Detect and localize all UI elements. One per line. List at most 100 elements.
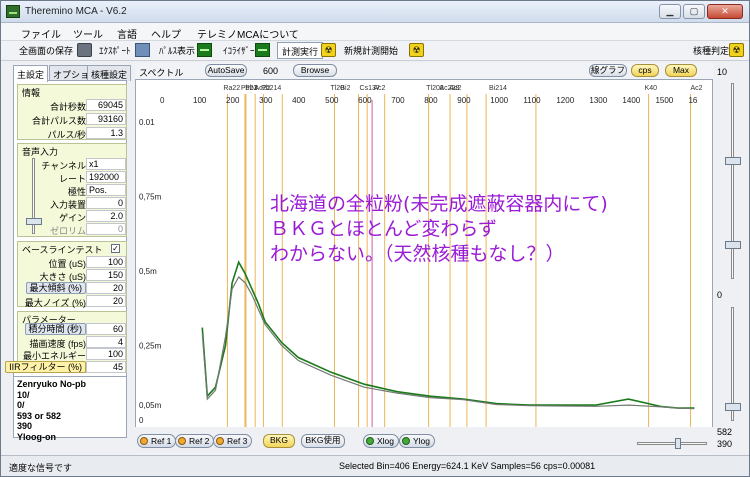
radiation-icon[interactable]: ☢ [321,43,336,57]
note-line: 390 [17,421,33,431]
new-measure-button[interactable]: 新規計測開始 [344,44,398,57]
autosave-button[interactable]: AutoSave [205,64,247,77]
spectrum-series-line [201,260,695,409]
ref2-button[interactable]: Ref 2 [175,434,215,448]
app-icon [6,5,20,18]
gain-field[interactable]: 2.0 [86,210,126,222]
pulse-wave-icon[interactable] [197,43,212,57]
integration-time-button[interactable]: 積分時間 (秒) [24,323,86,335]
export-icon[interactable] [135,43,150,57]
size-field[interactable]: 150 [86,269,126,281]
title-bar: Theremino MCA - V6.2 ▁ ▢ ✕ [1,1,749,23]
input-device-field[interactable]: 0 [86,197,126,209]
radiation-icon[interactable]: ☢ [409,43,424,57]
param-row: IIRフィルター (%) 45 [5,361,128,374]
menu-language[interactable]: 言語 [117,26,137,41]
minimize-button[interactable]: ▁ [659,4,681,19]
energy-tick-label: 700 [391,96,405,105]
total-seconds-value: 69045 [86,99,126,111]
spectrum-chart[interactable]: Ra22 Pb21Pb3Ac22Pb214 Tl20Bi2 Cs137Ac2 Tl208… [136,80,714,442]
radiation-icon[interactable]: ☢ [729,43,744,57]
ref3-button[interactable]: Ref 3 [213,434,253,448]
ylog-button[interactable]: Ylog [399,434,436,448]
spectrum-toolbar: スペクトル AutoSave 600 Browse 線グラフ cps Max [135,63,713,79]
position-field[interactable]: 100 [86,256,126,268]
baseline-header: ベースラインテスト [22,245,103,255]
energy-tick-label: 800 [424,96,438,105]
browse-button[interactable]: Browse [293,64,337,77]
max-noise-field[interactable]: 20 [86,295,126,307]
nuclide-identify-button[interactable]: 核種判定 [693,44,729,57]
zero-limit-field[interactable]: 0 [86,223,126,235]
min-energy-field[interactable]: 100 [86,348,126,360]
xlog-button[interactable]: Xlog [363,434,400,448]
maximize-button[interactable]: ▢ [683,4,705,19]
audio-row: 極性 Pos. [18,184,128,197]
spectrum-series-line [201,276,695,410]
energy-tick-label: 1200 [556,96,574,105]
max-slope-field[interactable]: 20 [86,282,126,294]
pulse-display-button[interactable]: ﾊﾟﾙｽ表示 [159,44,195,57]
line-graph-button[interactable]: 線グラフ [589,64,627,77]
bottom-value-1: 582 [717,427,733,437]
run-measure-button[interactable]: 計測実行 [277,42,324,59]
close-button[interactable]: ✕ [707,4,743,19]
rate-select[interactable]: 192000 [86,171,126,183]
xlog-label: Xlog [377,436,395,446]
audio-row: ゼロリム 0 [18,223,128,236]
tab-main-settings[interactable]: 主設定 [13,65,49,82]
note-line: Yloog-on [17,431,56,442]
y-tick-label: 0.01 [139,118,155,127]
ref3-label: Ref 3 [227,436,248,446]
isotope-label: Bi2 [340,85,350,92]
iir-filter-field[interactable]: 45 [86,361,126,373]
integration-time-field[interactable]: 60 [86,323,126,335]
top-value: 10 [717,67,728,77]
export-button[interactable]: ｴｸｽﾎﾟｰﾄ [99,44,131,57]
y-tick-label: 0,75m [139,193,162,202]
zoom-slider[interactable] [637,438,707,449]
param-row: 最小エネルギー 100 [18,348,128,361]
status-bar: 適度な信号です Selected Bin=406 Energy=624.1 Ke… [1,455,749,476]
iir-filter-button[interactable]: IIRフィルター (%) [5,361,86,373]
max-button[interactable]: Max [665,64,697,77]
camera-icon[interactable] [77,43,92,57]
baseline-checkbox[interactable]: ✓ [111,244,120,253]
autosave-interval[interactable]: 600 [263,66,278,76]
parameters-group: パラメーター 積分時間 (秒) 60 描画速度 (fps) 4 最小エネルギー 100… [5,311,128,374]
menu-about[interactable]: テレミノMCAについて [197,26,299,41]
vertical-offset-thumb[interactable] [725,241,741,249]
menu-help[interactable]: ヘルプ [151,26,181,41]
info-group: 情報 合計秒数 69045 合計パルス数 93160 パルス/秒 1.3 [17,84,127,140]
save-screen-button[interactable]: 全画面の保存 [19,44,73,57]
vertical-scale-thumb[interactable] [725,157,741,165]
equalizer-button[interactable]: ｲｺﾗｲｻﾞｰ [223,44,255,57]
ref1-button[interactable]: Ref 1 [137,434,177,448]
polarity-select[interactable]: Pos. [86,184,126,196]
y-tick-label: 0,25m [139,342,162,351]
max-slope-button[interactable]: 最大傾斜 (%) [25,282,86,294]
draw-speed-field[interactable]: 4 [86,336,126,348]
channel-select[interactable]: x1 [86,158,126,170]
bkg-use-button[interactable]: BKG使用 [301,434,345,448]
energy-tick-label: 100 [193,96,207,105]
spectrum-plot[interactable]: Ra22 Pb21 Pb3 Ac22 Pb214 Tl20 Bi2 Cs137 Ac2 Tl208… [135,79,713,441]
menu-file[interactable]: ファイル [21,26,61,41]
audio-row: レート 192000 [18,171,128,184]
isotope-label: K40 [645,85,658,92]
cps-button[interactable]: cps [631,64,659,77]
energy-tick-label: 16 [688,96,697,105]
tab-nuclide-settings[interactable]: 核種設定 [87,65,132,81]
baseline-test-group: ベースラインテスト ✓ 位置 (uS) 100 大きさ (uS) 150 最大傾斜 … [17,241,127,308]
isotope-label: Ra22 [223,85,240,92]
equalizer-wave-icon[interactable] [255,43,270,57]
bkg-button[interactable]: BKG [263,434,295,448]
settings-panel: 主設定 オプション 核種設定 情報 合計秒数 69045 合計パルス数 93160 … [2,63,132,455]
vertical-scale-track[interactable] [731,83,734,279]
notes-area[interactable]: Zenryuko No-pb 10/ 0/ 593 or 582 390 Ylo… [13,376,127,442]
menu-tools[interactable]: ツール [73,26,103,41]
lower-scale-thumb[interactable] [725,403,741,411]
info-label: パルス/秒 [47,130,86,140]
right-controls: 10 0 582 390 [714,63,749,455]
energy-tick-label: 200 [226,96,240,105]
